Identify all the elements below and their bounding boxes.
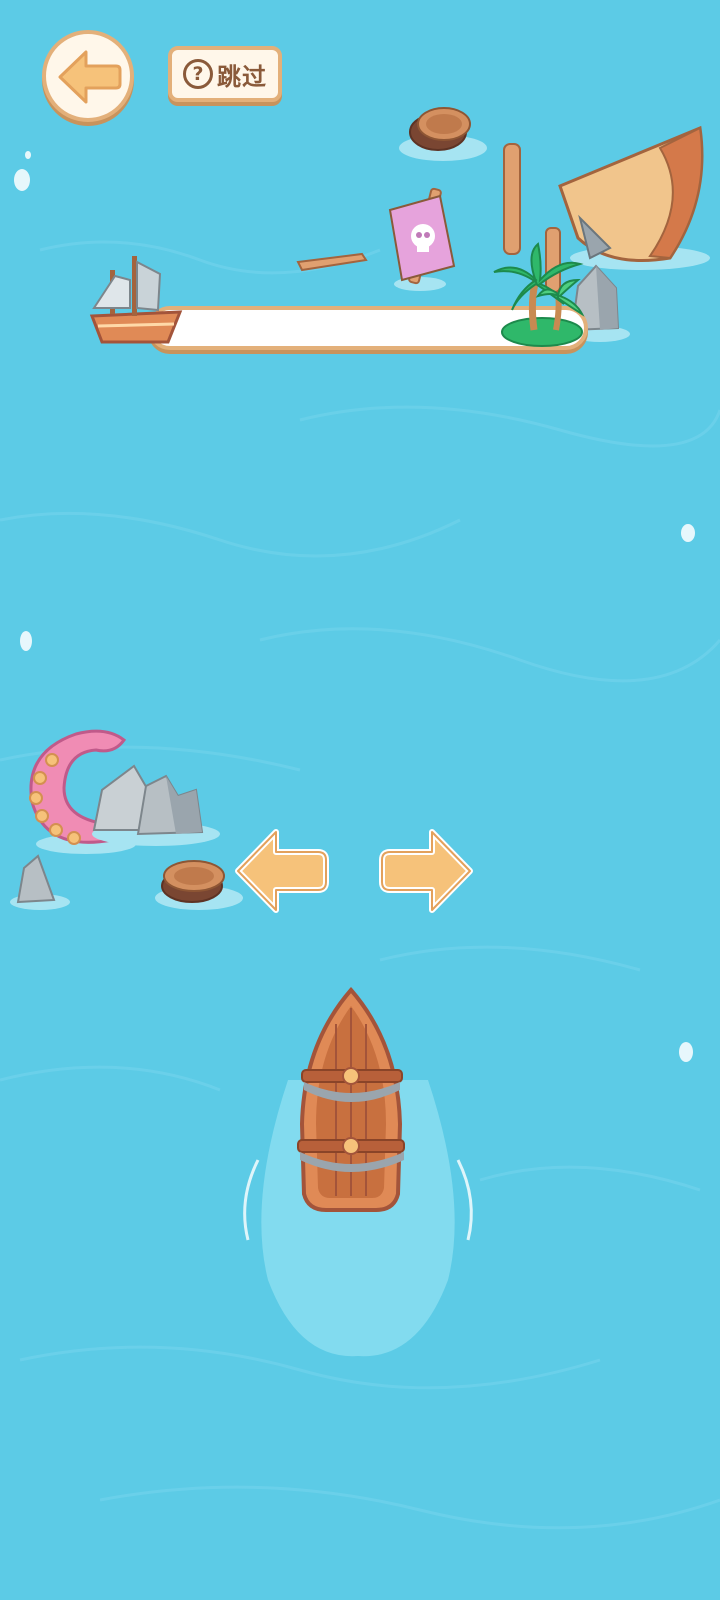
right-arrow-button[interactable]: [376, 826, 476, 916]
pirate-flag-icon: [388, 187, 456, 291]
left-arrow-button[interactable]: [232, 826, 332, 916]
rock-icon: [92, 764, 220, 846]
barrel-floating-icon: [399, 107, 487, 161]
rock-icon: [10, 854, 70, 910]
back-button[interactable]: [42, 30, 134, 122]
player-boat-icon[interactable]: [276, 984, 426, 1220]
right-arrow-icon: [379, 829, 473, 913]
left-arrow-icon: [58, 50, 122, 104]
left-arrow-icon: [235, 829, 329, 913]
broken-plank-icon: [296, 252, 368, 272]
question-mark-icon: ?: [183, 59, 213, 89]
skip-label: 跳过: [217, 62, 267, 91]
sailing-ship-icon: [89, 256, 183, 344]
palm-island-icon: [493, 242, 585, 347]
barrel-floating-icon: [155, 860, 243, 910]
game-stage: ? 跳过: [0, 0, 720, 1600]
skip-button[interactable]: ? 跳过: [168, 46, 282, 102]
